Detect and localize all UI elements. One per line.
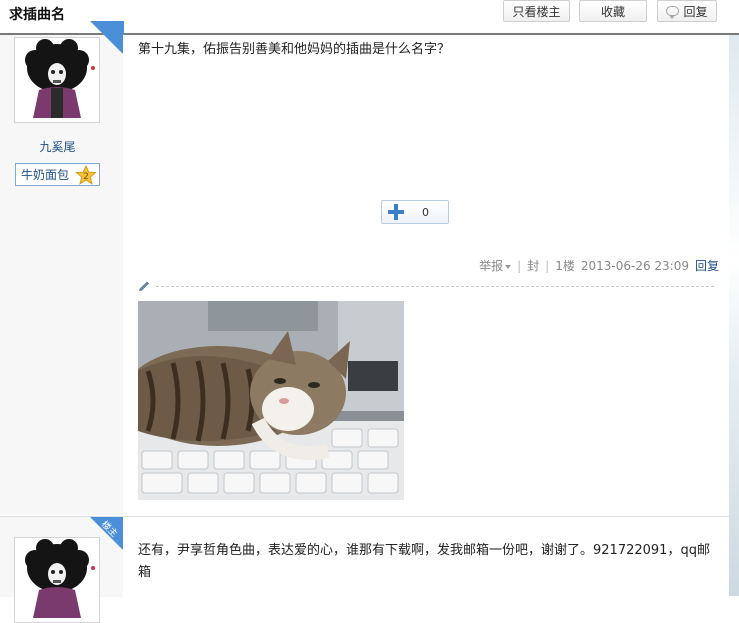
floor-number: 1楼 bbox=[555, 259, 575, 273]
op-corner-tag: 楼主 bbox=[80, 517, 124, 561]
post-reply-link[interactable]: 回复 bbox=[695, 257, 719, 274]
level-number: 2 bbox=[83, 172, 89, 182]
like-button[interactable]: 0 bbox=[381, 200, 449, 224]
report-label: 举报 bbox=[479, 259, 504, 273]
pencil-icon bbox=[139, 281, 149, 291]
only-op-button[interactable]: 只看楼主 bbox=[503, 0, 570, 22]
signature-divider bbox=[138, 279, 714, 293]
like-count: 0 bbox=[422, 205, 429, 219]
meta-divider: | bbox=[545, 258, 550, 273]
meta-divider: | bbox=[517, 258, 522, 273]
thread-title: 求插曲名 bbox=[9, 7, 65, 23]
reply-button[interactable]: 回复 bbox=[657, 0, 717, 22]
chevron-down-icon bbox=[505, 264, 512, 269]
badge-label: 牛奶面包 bbox=[21, 168, 70, 182]
post-content: 第十九集，佑振告别善美和他妈妈的插曲是什么名字？ 0 举报 | 封 | 1楼 2… bbox=[123, 35, 729, 515]
post-content: 还有，尹享哲角色曲，表达爱的心，谁那有下载啊，发我邮箱一份吧，谢谢了。92172… bbox=[123, 517, 729, 597]
post-author-sidebar: 九奚尾 牛奶面包 2 bbox=[0, 21, 124, 515]
plus-icon bbox=[388, 204, 404, 220]
post-floor-1: 九奚尾 牛奶面包 2 第十九集，佑振告别善美和他妈妈的插曲是什么名字？ 0 举报… bbox=[0, 21, 729, 515]
reply-button-label: 回复 bbox=[683, 4, 708, 19]
post-body-text: 还有，尹享哲角色曲，表达爱的心，谁那有下载啊，发我邮箱一份吧，谢谢了。92172… bbox=[138, 543, 710, 580]
report-dropdown[interactable]: 举报 bbox=[479, 257, 512, 274]
post-image-kitten[interactable] bbox=[138, 301, 404, 500]
post-meta: 举报 | 封 | 1楼 2013-06-26 23:09 回复 bbox=[479, 257, 719, 274]
post-body-text: 第十九集，佑振告别善美和他妈妈的插曲是什么名字？ bbox=[138, 42, 451, 57]
favorite-button[interactable]: 收藏 bbox=[579, 0, 647, 22]
member-badge[interactable]: 牛奶面包 2 bbox=[15, 163, 100, 186]
reply-bubble-icon bbox=[666, 6, 680, 19]
level-star-icon: 2 bbox=[75, 164, 97, 188]
page-edge-strip bbox=[729, 35, 739, 596]
post-author-sidebar: 楼主 bbox=[0, 517, 124, 623]
block-link[interactable]: 封 bbox=[527, 257, 539, 274]
post-datetime: 2013-06-26 23:09 bbox=[580, 258, 689, 273]
post-floor-2: 楼主 还有，尹享哲角色曲，表达爱的心，谁那有下载啊，发我邮箱一份吧，谢谢了。92… bbox=[0, 516, 729, 623]
op-corner-tag bbox=[80, 21, 124, 65]
author-username[interactable]: 九奚尾 bbox=[0, 138, 115, 155]
